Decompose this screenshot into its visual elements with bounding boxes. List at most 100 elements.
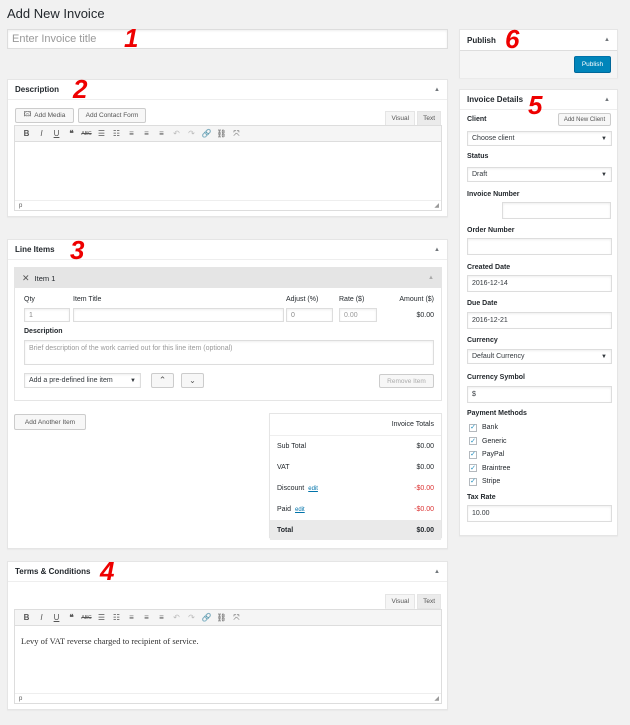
underline-icon[interactable]: U (49, 127, 64, 141)
link-icon[interactable]: 🔗 (199, 611, 214, 625)
annotation-5: 5 (528, 90, 543, 120)
currency-symbol-input[interactable]: $ (467, 386, 612, 403)
resize-handle-icon[interactable]: ◢ (434, 695, 441, 702)
blockquote-icon[interactable]: ❝ (64, 611, 79, 625)
align-right-icon[interactable]: ≡ (154, 611, 169, 625)
italic-icon[interactable]: I (34, 611, 49, 625)
checkbox-checked-icon[interactable]: ✓ (469, 437, 477, 446)
bold-icon[interactable]: B (19, 611, 34, 625)
payment-method-braintree[interactable]: ✓ Braintree (469, 462, 510, 476)
editor-statusbar: p ◢ (15, 693, 441, 703)
collapse-icon[interactable]: ▲ (434, 247, 440, 253)
align-left-icon[interactable]: ≡ (124, 127, 139, 141)
unlink-icon[interactable]: ⛓ (214, 611, 229, 625)
line-description-input[interactable]: Brief description of the work carried ou… (24, 340, 434, 365)
undo-icon[interactable]: ↶ (169, 127, 184, 141)
tab-visual[interactable]: Visual (385, 111, 416, 126)
collapse-icon[interactable]: ▲ (604, 97, 610, 103)
collapse-icon[interactable]: ▲ (434, 569, 440, 575)
add-new-client-button[interactable]: Add New Client (558, 113, 611, 126)
client-select-value: Choose client (472, 135, 515, 142)
add-contact-form-button[interactable]: Add Contact Form (78, 108, 146, 123)
predefined-item-value: Add a pre-defined line item (29, 377, 113, 384)
checkbox-checked-icon[interactable]: ✓ (469, 450, 477, 459)
tab-text[interactable]: Text (417, 594, 441, 609)
status-select[interactable]: Draft ▼ (467, 167, 612, 182)
rate-input[interactable]: 0.00 (339, 308, 377, 322)
invoice-number-input[interactable] (502, 202, 611, 219)
publish-box: Publish ▲ Publish (459, 29, 618, 78)
qty-input[interactable]: 1 (24, 308, 70, 322)
chevron-up-icon: ⌃ (158, 375, 167, 385)
payment-method-paypal[interactable]: ✓ PayPal (469, 448, 510, 462)
annotation-2: 2 (73, 74, 88, 104)
redo-icon[interactable]: ↷ (184, 127, 199, 141)
vat-row: VAT $0.00 (270, 457, 441, 478)
payment-method-stripe[interactable]: ✓ Stripe (469, 475, 510, 489)
collapse-icon[interactable]: ▲ (428, 275, 434, 281)
align-right-icon[interactable]: ≡ (154, 127, 169, 141)
checkbox-checked-icon[interactable]: ✓ (469, 423, 477, 432)
redo-icon[interactable]: ↷ (184, 611, 199, 625)
bullet-list-icon[interactable]: ☰ (94, 611, 109, 625)
remove-item-button[interactable]: Remove Item (379, 374, 434, 388)
publish-button[interactable]: Publish (574, 56, 611, 73)
blockquote-icon[interactable]: ❝ (64, 127, 79, 141)
description-editor[interactable]: B I U ❝ ABC ☰ ☷ ≡ ≡ ≡ ↶ ↷ 🔗 ⛓ ⤧ p ◢ (14, 125, 442, 211)
discount-value: -$0.00 (414, 485, 434, 492)
bold-icon[interactable]: B (19, 127, 34, 141)
strikethrough-icon[interactable]: ABC (79, 127, 94, 141)
payment-method-bank[interactable]: ✓ Bank (469, 421, 510, 435)
add-media-button[interactable]: 🖾 Add Media (15, 108, 74, 123)
move-up-button[interactable]: ⌃ (151, 373, 174, 388)
order-number-label: Order Number (467, 227, 515, 234)
tab-text[interactable]: Text (417, 111, 441, 126)
client-select[interactable]: Choose client ▼ (467, 131, 612, 146)
terms-content[interactable]: Levy of VAT reverse charged to recipient… (15, 626, 441, 656)
line-item-header[interactable]: ✕ Item 1 ▲ (15, 268, 441, 288)
item-title-input[interactable] (73, 308, 284, 322)
order-number-input[interactable] (467, 238, 612, 255)
invoice-title-input[interactable]: Enter Invoice title (7, 29, 448, 49)
move-down-button[interactable]: ⌄ (181, 373, 204, 388)
payment-method-generic[interactable]: ✓ Generic (469, 435, 510, 449)
adjust-input[interactable]: 0 (286, 308, 333, 322)
fullscreen-icon[interactable]: ⤧ (229, 127, 244, 141)
tab-visual[interactable]: Visual (385, 594, 416, 609)
discount-edit-link[interactable]: edit (308, 486, 318, 492)
align-center-icon[interactable]: ≡ (139, 611, 154, 625)
publish-header[interactable]: Publish ▲ (460, 30, 617, 50)
align-left-icon[interactable]: ≡ (124, 611, 139, 625)
predefined-item-select[interactable]: Add a pre-defined line item ▼ (24, 373, 141, 388)
checkbox-checked-icon[interactable]: ✓ (469, 477, 477, 486)
fullscreen-icon[interactable]: ⤧ (229, 611, 244, 625)
created-date-input[interactable]: 2016-12-14 (467, 275, 612, 292)
terms-editor[interactable]: B I U ❝ ABC ☰ ☷ ≡ ≡ ≡ ↶ ↷ 🔗 ⛓ ⤧ Levy of … (14, 609, 442, 704)
tax-rate-input[interactable]: 10.00 (467, 505, 612, 522)
align-center-icon[interactable]: ≡ (139, 127, 154, 141)
currency-symbol-label: Currency Symbol (467, 374, 525, 381)
due-date-input[interactable]: 2016-12-21 (467, 312, 612, 329)
editor-path: p (19, 695, 23, 702)
link-icon[interactable]: 🔗 (199, 127, 214, 141)
remove-x-icon[interactable]: ✕ (22, 273, 30, 284)
line-description-placeholder: Brief description of the work carried ou… (29, 345, 233, 352)
strikethrough-icon[interactable]: ABC (79, 611, 94, 625)
collapse-icon[interactable]: ▲ (604, 37, 610, 43)
terms-header[interactable]: Terms & Conditions ▲ (8, 562, 447, 582)
unlink-icon[interactable]: ⛓ (214, 127, 229, 141)
collapse-icon[interactable]: ▲ (434, 87, 440, 93)
undo-icon[interactable]: ↶ (169, 611, 184, 625)
resize-handle-icon[interactable]: ◢ (434, 202, 441, 209)
add-another-item-button[interactable]: Add Another Item (14, 414, 86, 430)
checkbox-checked-icon[interactable]: ✓ (469, 464, 477, 473)
terms-editor-tabs: Visual Text (385, 594, 441, 609)
bullet-list-icon[interactable]: ☰ (94, 127, 109, 141)
underline-icon[interactable]: U (49, 611, 64, 625)
paid-edit-link[interactable]: edit (295, 507, 305, 513)
line-description-label: Description (24, 328, 63, 335)
currency-select[interactable]: Default Currency ▼ (467, 349, 612, 364)
numbered-list-icon[interactable]: ☷ (109, 127, 124, 141)
numbered-list-icon[interactable]: ☷ (109, 611, 124, 625)
italic-icon[interactable]: I (34, 127, 49, 141)
